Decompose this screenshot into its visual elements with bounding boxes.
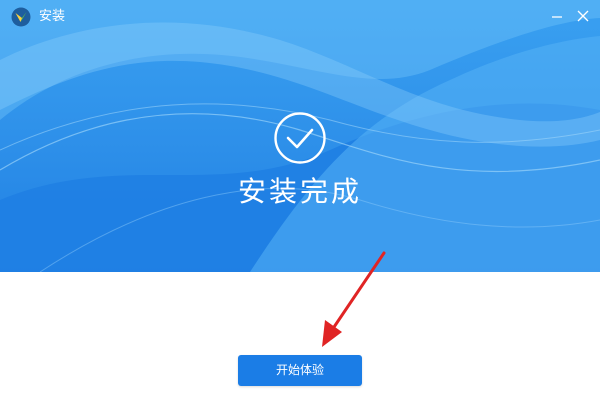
install-complete-text: 安装完成 [237, 175, 362, 208]
window-title: 安装 [39, 9, 66, 24]
app-logo-icon [11, 7, 31, 27]
close-icon[interactable] [575, 8, 591, 24]
minimize-icon[interactable] [549, 8, 565, 24]
checkmark-circle-icon [274, 112, 326, 164]
title-bar: 安装 [0, 0, 600, 34]
start-experience-button[interactable]: 开始体验 [238, 355, 362, 386]
installer-window: 安装 安装完成 开始体验 [0, 0, 600, 414]
hero-banner: 安装 安装完成 [0, 0, 600, 272]
